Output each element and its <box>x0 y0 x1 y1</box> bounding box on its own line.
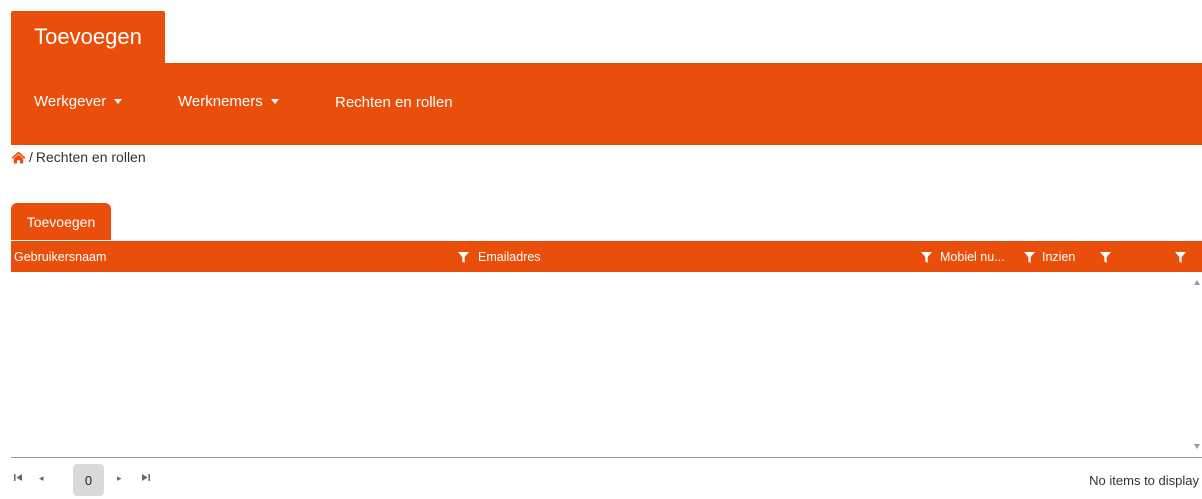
nav-item-rechten-en-rollen[interactable]: Rechten en rollen <box>335 94 453 111</box>
filter-icon[interactable] <box>1175 252 1186 263</box>
first-page-icon[interactable] <box>14 473 23 484</box>
scroll-up-arrow-icon[interactable] <box>1194 280 1200 285</box>
filter-icon[interactable] <box>1100 252 1111 263</box>
nav-item-label: Rechten en rollen <box>335 94 453 111</box>
page-number-button[interactable]: 0 <box>73 464 104 496</box>
breadcrumb-current: Rechten en rollen <box>35 149 146 165</box>
nav-item-werknemers[interactable]: Werknemers <box>178 93 279 110</box>
column-header-inzien[interactable]: Inzien <box>1042 250 1075 264</box>
scroll-down-arrow-icon[interactable] <box>1194 444 1200 449</box>
main-navbar: Werkgever Werknemers Rechten en rollen <box>11 63 1202 145</box>
previous-page-icon[interactable]: ◂ <box>39 473 44 483</box>
home-icon[interactable] <box>11 151 26 164</box>
filter-icon[interactable] <box>1024 252 1035 263</box>
column-header-mobiel-nummer[interactable]: Mobiel nu... <box>940 250 1005 264</box>
top-tab-label: Toevoegen <box>34 24 142 49</box>
nav-item-label: Werkgever <box>34 93 107 110</box>
top-tab-toevoegen[interactable]: Toevoegen <box>11 11 165 63</box>
breadcrumb: / Rechten en rollen <box>11 149 146 165</box>
nav-item-label: Werknemers <box>178 93 263 110</box>
nav-item-werkgever[interactable]: Werkgever <box>34 93 123 110</box>
pager-info: No items to display <box>1089 473 1199 488</box>
add-button[interactable]: Toevoegen <box>11 203 111 240</box>
next-page-icon[interactable]: ▸ <box>117 473 122 483</box>
caret-down-icon <box>114 99 123 104</box>
breadcrumb-separator: / <box>29 149 33 165</box>
grid-header: Gebruikersnaam Emailadres Mobiel nu... I… <box>11 241 1202 272</box>
add-button-label: Toevoegen <box>26 213 96 230</box>
current-page-label: 0 <box>84 472 93 488</box>
filter-icon[interactable] <box>921 252 932 263</box>
filter-icon[interactable] <box>458 252 469 263</box>
pager: ◂ 0 ▸ No items to display <box>11 463 1202 496</box>
column-header-emailadres[interactable]: Emailadres <box>478 250 541 264</box>
last-page-icon[interactable] <box>141 473 150 484</box>
grid-body <box>11 272 1202 458</box>
column-header-gebruikersnaam[interactable]: Gebruikersnaam <box>14 250 106 264</box>
caret-down-icon <box>270 99 279 104</box>
